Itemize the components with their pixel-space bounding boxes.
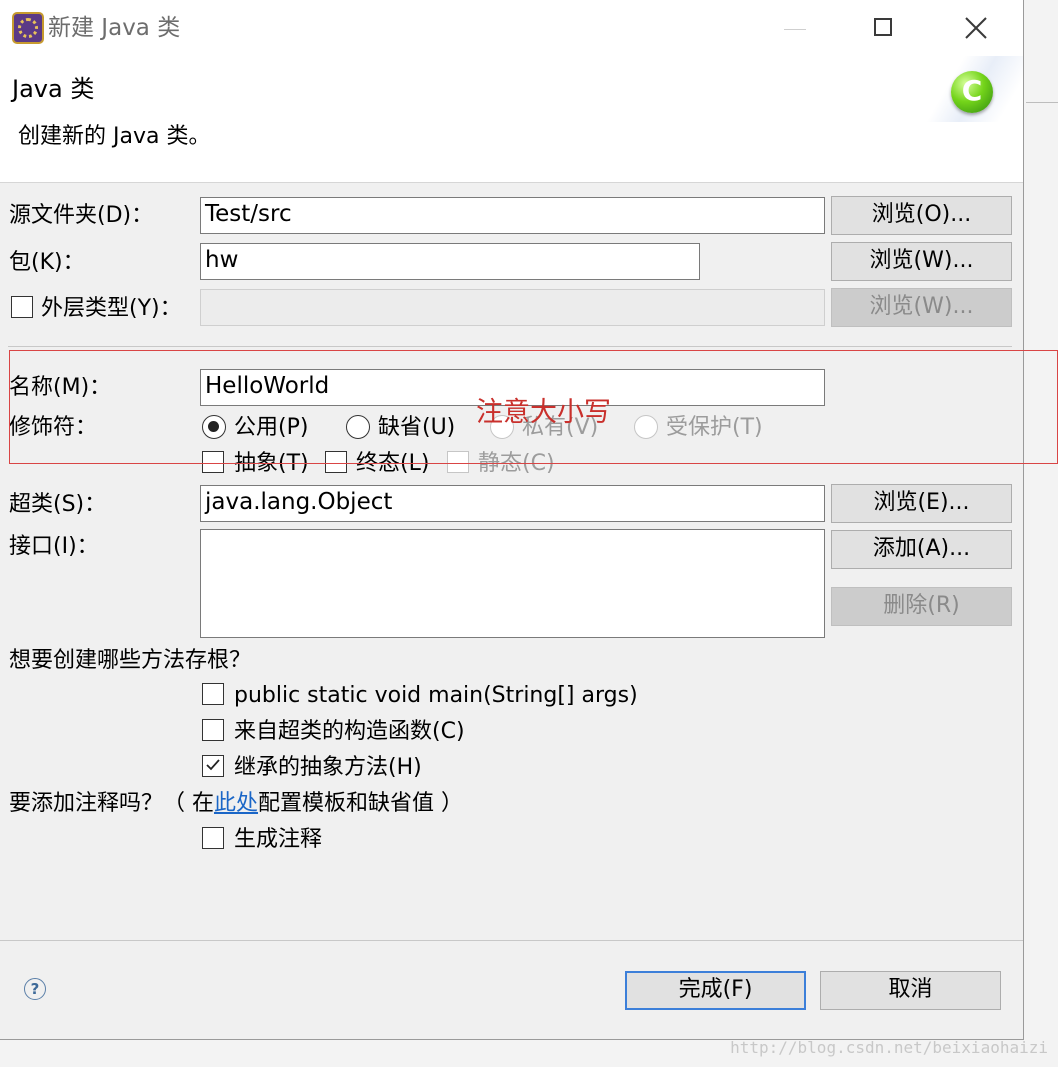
remove-interface-button: 删除(R)	[831, 587, 1012, 626]
main-method-label: public static void main(String[] args)	[234, 683, 638, 708]
package-label: 包(K)：	[9, 250, 85, 275]
help-question-icon[interactable]: ?	[24, 978, 46, 1000]
cancel-button[interactable]: 取消	[820, 971, 1001, 1010]
background-divider	[1026, 102, 1058, 103]
enclosing-type-input	[200, 289, 825, 326]
background-window	[1024, 0, 1058, 1067]
comments-question-prefix: 要添加注释吗？（ 在	[9, 791, 214, 816]
source-folder-input[interactable]: Test/src	[200, 197, 825, 234]
checkmark-icon	[206, 759, 220, 771]
enclosing-type-label: 外层类型(Y)：	[41, 296, 182, 321]
enclosing-type-checkbox[interactable]	[11, 296, 33, 318]
annotation-note: 注意大小写	[476, 397, 611, 428]
window-title: 新建 Java 类	[48, 15, 181, 41]
inherited-abstract-methods-checkbox[interactable]	[202, 755, 224, 777]
java-ee-ide-icon	[12, 12, 44, 44]
browse-package-button[interactable]: 浏览(W)...	[831, 242, 1012, 281]
close-button[interactable]	[956, 8, 996, 48]
finish-button[interactable]: 完成(F)	[625, 971, 806, 1010]
superclass-input[interactable]: java.lang.Object	[200, 485, 825, 522]
package-input[interactable]: hw	[200, 243, 700, 280]
main-method-checkbox[interactable]	[202, 683, 224, 705]
footer-separator	[0, 940, 1023, 941]
superclass-constructors-label: 来自超类的构造函数(C)	[234, 719, 465, 744]
interfaces-list[interactable]	[200, 529, 825, 638]
wizard-banner	[0, 56, 1023, 183]
method-stubs-question: 想要创建哪些方法存根？	[9, 648, 252, 673]
banner-description: 创建新的 Java 类。	[18, 124, 211, 149]
interfaces-label: 接口(I)：	[9, 534, 99, 559]
source-folder-label: 源文件夹(D)：	[9, 203, 154, 228]
configure-templates-link[interactable]: 此处	[214, 791, 258, 816]
browse-source-folder-button[interactable]: 浏览(O)...	[831, 196, 1012, 235]
add-interface-button[interactable]: 添加(A)...	[831, 530, 1012, 569]
generate-comments-label: 生成注释	[234, 827, 323, 852]
section-separator	[8, 346, 1012, 347]
browse-superclass-button[interactable]: 浏览(E)...	[831, 484, 1012, 523]
banner-title: Java 类	[12, 75, 95, 103]
minimize-button[interactable]	[778, 8, 814, 48]
watermark: http://blog.csdn.net/beixiaohaizi	[730, 1038, 1048, 1057]
close-icon	[965, 17, 987, 39]
superclass-label: 超类(S)：	[9, 492, 107, 517]
comments-question-suffix: 配置模板和缺省值 ）	[258, 791, 464, 816]
inherited-abstract-methods-label: 继承的抽象方法(H)	[234, 755, 422, 780]
comments-question: 要添加注释吗？（ 在此处配置模板和缺省值 ）	[9, 789, 463, 819]
maximize-button[interactable]	[866, 8, 902, 48]
generate-comments-checkbox[interactable]	[202, 827, 224, 849]
class-c-icon: C	[951, 71, 993, 113]
browse-enclosing-type-button: 浏览(W)...	[831, 288, 1012, 327]
superclass-constructors-checkbox[interactable]	[202, 719, 224, 741]
